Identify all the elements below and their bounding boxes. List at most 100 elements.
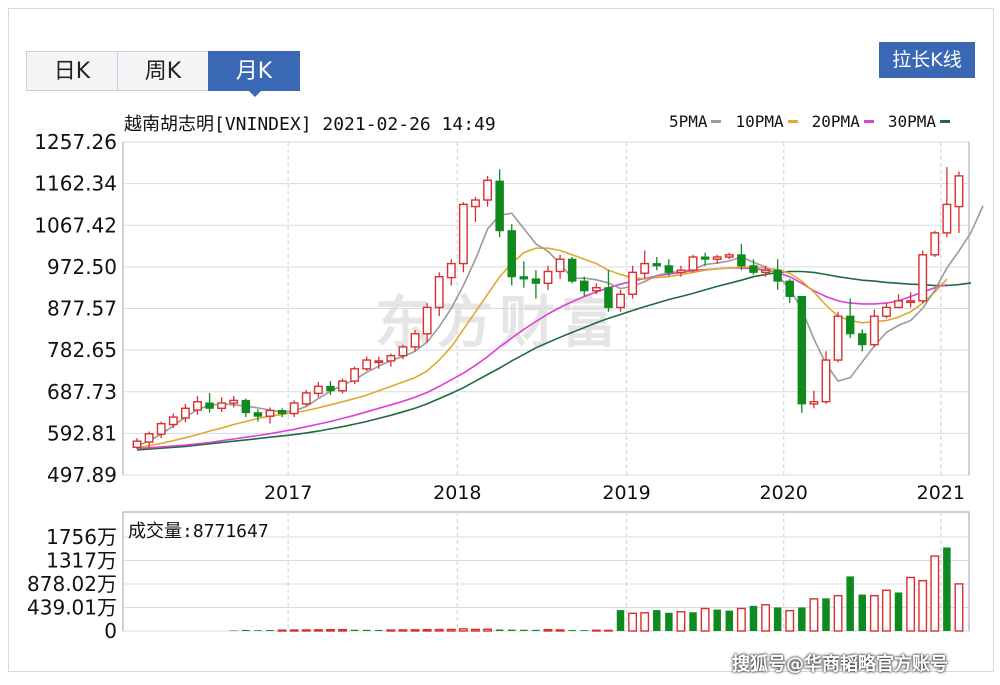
price-tick-label: 877.57 xyxy=(47,297,117,321)
price-tick-label: 1162.34 xyxy=(34,172,117,196)
candle-body-up xyxy=(422,306,432,335)
volume-bar-down xyxy=(580,630,589,631)
candle-body-up xyxy=(809,401,819,405)
candle-body-down xyxy=(773,269,782,282)
volume-bar-up xyxy=(833,594,843,632)
candle-body-up xyxy=(338,380,347,392)
volume-tick-label: 1317万 xyxy=(46,549,117,573)
volume-bar-up xyxy=(458,628,468,632)
ma5-line xyxy=(136,205,984,447)
candle-body-up xyxy=(555,258,565,273)
price-tick-label: 972.50 xyxy=(47,255,117,279)
candle-body-down xyxy=(519,276,529,280)
candle-body-up xyxy=(180,407,190,419)
volume-bar-up xyxy=(676,611,686,632)
volume-bar-down xyxy=(689,612,697,631)
volume-bar-down xyxy=(350,629,359,631)
candle-body-up xyxy=(640,262,650,274)
candle-body-down xyxy=(277,409,287,415)
volume-bar-down xyxy=(665,612,673,631)
volume-bar-down xyxy=(254,630,262,631)
volume-bar-up xyxy=(869,594,879,632)
volume-bar-up xyxy=(338,628,347,632)
candle-body-up xyxy=(362,359,372,370)
candle-body-up xyxy=(301,392,311,405)
price-tick-label: 687.73 xyxy=(47,380,117,404)
volume-bar-down xyxy=(532,629,540,631)
candle-body-up xyxy=(446,262,456,279)
volume-bar-up xyxy=(289,629,299,632)
candle-body-down xyxy=(664,265,674,273)
volume-bar-up xyxy=(386,629,396,632)
price-tick-label: 497.89 xyxy=(47,463,117,487)
candle-body-up xyxy=(193,401,202,411)
candle-body-up xyxy=(289,402,299,415)
volume-bar-up xyxy=(906,576,916,632)
candle-body-up xyxy=(761,269,771,274)
candle-body-up xyxy=(168,416,178,426)
volume-bar-up xyxy=(471,628,480,632)
volume-bar-up xyxy=(736,607,746,632)
volume-tick-label: 0 xyxy=(104,619,117,643)
candle-body-up xyxy=(374,360,384,364)
volume-bar-up xyxy=(640,612,650,632)
candle-body-up xyxy=(471,199,480,208)
candle-body-down xyxy=(580,280,589,292)
candle-body-up xyxy=(410,333,420,348)
volume-bar-up xyxy=(881,589,891,632)
candle-body-up xyxy=(942,203,952,234)
candle-body-up xyxy=(458,203,468,265)
volume-bar-up xyxy=(954,583,964,632)
volume-bar-down xyxy=(846,576,854,631)
candle-body-up xyxy=(712,256,722,260)
candle-body-down xyxy=(253,412,263,417)
candle-body-up xyxy=(217,402,227,409)
candle-body-down xyxy=(797,295,807,405)
volume-bar-down xyxy=(266,630,274,631)
volume-bar-down xyxy=(749,605,758,631)
candle-body-down xyxy=(845,315,855,335)
candle-body-up xyxy=(313,385,323,395)
candle-body-up xyxy=(881,306,891,317)
volume-bar-down xyxy=(798,607,806,631)
price-tick-label: 1257.26 xyxy=(34,130,117,154)
candle-body-up xyxy=(386,354,396,362)
volume-bar-up xyxy=(761,604,771,632)
volume-title: 成交量:8771647 xyxy=(128,521,269,542)
volume-bar-up xyxy=(422,628,432,632)
volume-bar-down xyxy=(653,610,661,631)
x-tick-label: 2018 xyxy=(433,482,481,504)
candle-body-down xyxy=(652,263,662,267)
candle-body-down xyxy=(700,256,710,260)
x-tick-label: 2019 xyxy=(602,482,650,504)
candle-body-up xyxy=(918,254,928,302)
volume-tick-label: 439.01万 xyxy=(27,596,117,620)
footer-watermark: 搜狐号@华商韬略官方账号 xyxy=(732,654,948,675)
candle-body-down xyxy=(241,399,251,414)
candle-body-up xyxy=(724,254,734,258)
volume-bar-down xyxy=(520,629,528,631)
volume-bar-up xyxy=(446,628,456,632)
volume-bar-up xyxy=(700,607,710,632)
volume-bar-up xyxy=(434,628,444,632)
volume-bar-up xyxy=(398,629,408,632)
candle-body-up xyxy=(616,293,625,309)
volume-bar-up xyxy=(628,612,638,632)
candle-body-up xyxy=(265,409,275,417)
candle-body-up xyxy=(434,276,444,309)
candle-body-up xyxy=(688,256,698,271)
volume-bar-up xyxy=(555,629,565,632)
candle-body-up xyxy=(398,346,408,357)
volume-bar-up xyxy=(543,628,553,632)
chart-svg: 1257.26 1162.34 1067.42 972.50 877.57 782.65 6… xyxy=(27,130,984,643)
volume-bar-up xyxy=(930,555,940,632)
volume-bar-up xyxy=(809,598,819,632)
volume-tick-label: 1756万 xyxy=(46,525,117,549)
volume-bar-down xyxy=(773,607,782,631)
volume-bar-down xyxy=(616,610,625,631)
candle-body-up xyxy=(229,399,239,404)
candle-body-down xyxy=(205,402,214,409)
price-tick-label: 782.65 xyxy=(47,338,117,362)
x-tick-label: 2017 xyxy=(264,482,312,504)
volume-bar-up xyxy=(410,629,420,632)
